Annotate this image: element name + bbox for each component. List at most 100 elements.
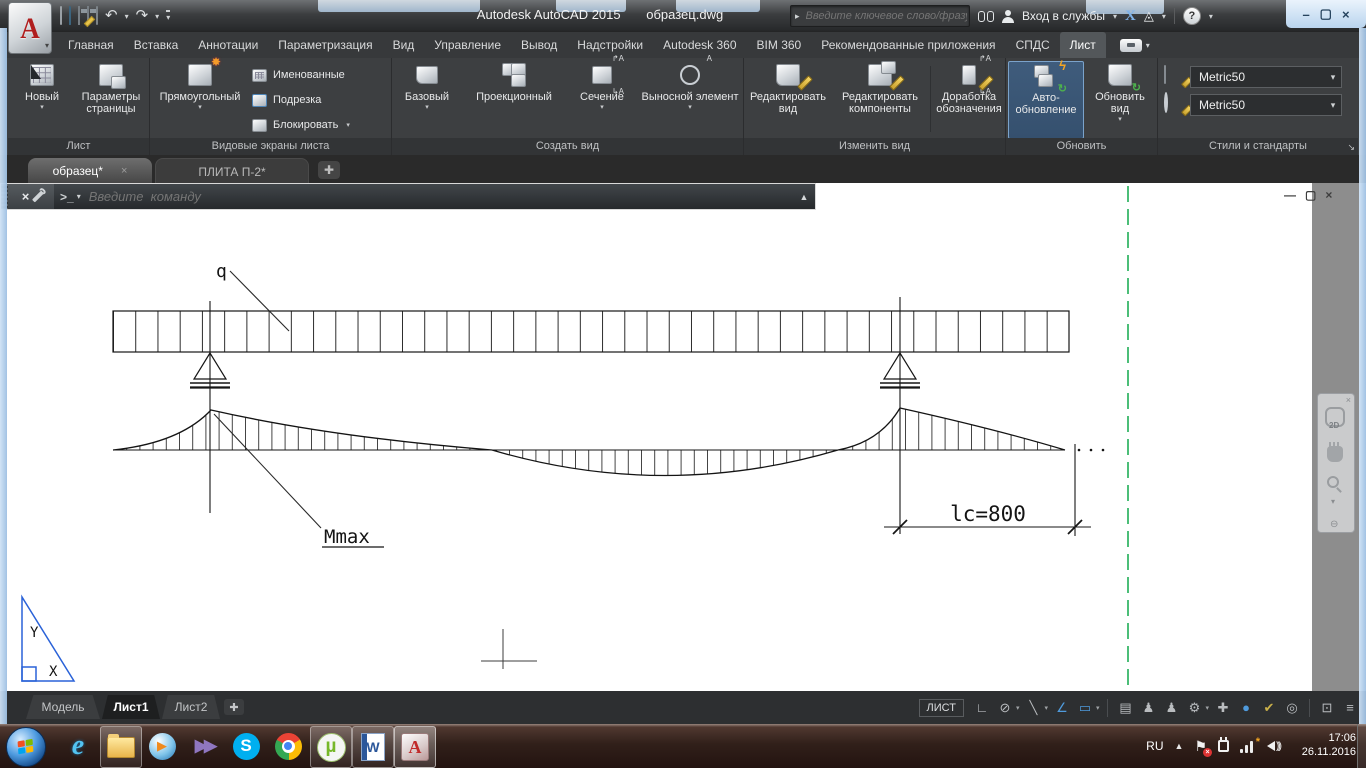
taskbar-kmplayer[interactable]: ▶▶ (184, 726, 224, 766)
file-tab-plita[interactable]: ПЛИТА П-2* (155, 158, 309, 184)
signin-label[interactable]: Вход в службы (1022, 9, 1105, 23)
edit-view-button[interactable]: Редактировать вид (744, 61, 832, 115)
workspace-gear-icon[interactable]: ⚙ (1184, 697, 1204, 719)
panel-title[interactable]: Создать вид (392, 138, 743, 155)
close-button[interactable]: × (1342, 7, 1350, 22)
paper-space-button[interactable]: ЛИСТ (919, 699, 964, 717)
navbar-close-icon[interactable]: × (1346, 395, 1351, 405)
search-input[interactable] (804, 9, 969, 23)
ribbon-tab-vyvod[interactable]: Вывод (511, 32, 567, 58)
new-layout-tab-button[interactable]: ✚ (224, 699, 244, 715)
help-icon[interactable]: ? (1183, 7, 1201, 25)
annotation-visibility-icon[interactable]: ▤ (1115, 697, 1135, 719)
chevron-down-icon[interactable]: ▾ (1096, 704, 1100, 712)
layout2-tab[interactable]: Лист2 (162, 695, 220, 719)
taskbar-skype[interactable]: S (226, 726, 266, 766)
search-go-icon[interactable]: ▸ (795, 11, 800, 22)
new-layout-button[interactable]: Новый ▾ (12, 61, 72, 111)
object-snap-icon[interactable]: ▭ (1075, 697, 1095, 719)
panel-title[interactable]: Видовые экраны листа (150, 138, 391, 155)
ribbon-tab-bim360[interactable]: BIM 360 (747, 32, 812, 58)
ribbon-tab-upravlenie[interactable]: Управление (424, 32, 511, 58)
annotation-monitor-icon[interactable]: ✚ (1213, 697, 1233, 719)
polar-tracking-icon[interactable]: ⊘ (995, 697, 1015, 719)
taskbar-autocad[interactable]: A (394, 726, 436, 768)
autodesk360-dropdown-icon[interactable]: ▾ (1162, 12, 1166, 21)
doc-restore-button[interactable]: ▢ (1305, 188, 1316, 202)
layout1-tab[interactable]: Лист1 (102, 695, 160, 719)
doc-minimize-button[interactable]: — (1284, 188, 1296, 202)
action-center-flag-icon[interactable]: ⚑× (1194, 738, 1207, 755)
maximize-button[interactable]: ▢ (1320, 6, 1332, 22)
style-combo-2[interactable]: Metric50 ▾ (1190, 94, 1342, 116)
new-drawing-tab-button[interactable]: ✚ (318, 161, 340, 179)
update-view-button[interactable]: ↻ Обновить вид ▾ (1088, 61, 1152, 123)
hidden-icons-chevron[interactable]: ▲ (1175, 741, 1184, 751)
drafting-settings-icon[interactable]: ∟ (972, 697, 992, 719)
infocenter-search[interactable]: ▸ (790, 5, 970, 27)
taskbar-explorer[interactable] (100, 726, 142, 768)
chevron-down-icon[interactable]: ▾ (1205, 704, 1209, 712)
plot-details-icon[interactable]: ✔ (1259, 697, 1279, 719)
page-setup-button[interactable]: Параметры страницы (74, 61, 148, 115)
doc-close-button[interactable]: × (1325, 188, 1332, 202)
model-tab[interactable]: Модель (26, 695, 100, 719)
clean-screen-icon[interactable]: ⊡ (1317, 697, 1337, 719)
ribbon-tab-spds[interactable]: СПДС (1006, 32, 1060, 58)
chevron-down-icon[interactable]: ▾ (1016, 704, 1020, 712)
ribbon-tab-glavnaya[interactable]: Главная (58, 32, 124, 58)
ribbon-tab-parametrizaciya[interactable]: Параметризация (268, 32, 382, 58)
ribbon-tab-autodesk360[interactable]: Autodesk 360 (653, 32, 746, 58)
panel-title[interactable]: Изменить вид (744, 138, 1005, 155)
save-icon[interactable] (78, 7, 80, 25)
customization-menu-icon[interactable]: ≡ (1340, 697, 1360, 719)
save-as-icon[interactable] (87, 7, 89, 25)
taskbar-utorrent[interactable]: µ (310, 726, 352, 768)
signin-dropdown-icon[interactable]: ▾ (1113, 12, 1117, 21)
undo-icon[interactable]: ↶ (105, 9, 118, 23)
qat-customize-icon[interactable]: ▾ (166, 10, 170, 22)
projected-view-button[interactable]: Проекционный (462, 61, 566, 103)
start-button[interactable] (6, 727, 46, 767)
open-file-icon[interactable] (69, 7, 71, 25)
network-icon[interactable]: * (1240, 740, 1256, 753)
clip-viewport-button[interactable]: Подрезка (252, 89, 321, 111)
ribbon-minimize-button[interactable]: ▾ (1120, 32, 1150, 58)
language-indicator[interactable]: RU (1146, 739, 1163, 753)
taskbar-word[interactable]: W (352, 726, 394, 768)
exchange-apps-icon[interactable]: X (1125, 8, 1136, 25)
autoscale-icon[interactable]: ♟ (1138, 697, 1158, 719)
taskbar-clock[interactable]: 17:06 26.11.2016 (1284, 731, 1356, 759)
lock-viewport-button[interactable]: Блокировать ▾ (252, 114, 350, 136)
ribbon-tab-list[interactable]: Лист (1060, 32, 1106, 58)
signin-person-icon[interactable] (1002, 10, 1014, 23)
redo-dropdown-icon[interactable]: ▾ (155, 12, 159, 21)
steering-wheel-icon[interactable]: 2D (1325, 407, 1345, 427)
panel-launcher-icon[interactable]: ↘ (1347, 142, 1355, 153)
minimize-button[interactable]: – (1302, 7, 1309, 22)
power-plug-icon[interactable] (1218, 740, 1229, 752)
undo-dropdown-icon[interactable]: ▾ (125, 12, 129, 21)
rectangular-viewport-button[interactable]: ✸ Прямоугольный ▾ (152, 61, 248, 111)
base-view-button[interactable]: Базовый ▾ (394, 61, 460, 111)
chevron-down-icon[interactable]: ▾ (1331, 497, 1335, 506)
drawing-area[interactable]: q Mmax (0, 183, 1366, 691)
auto-update-button[interactable]: ϟ ↻ Авто-обновление (1008, 61, 1084, 139)
panel-title[interactable]: Лист (8, 138, 149, 155)
redo-icon[interactable]: ↷ (136, 9, 149, 23)
autodesk360-icon[interactable]: ◬ (1144, 8, 1154, 24)
detail-view-button[interactable]: A Выносной элемент ▾ (638, 61, 742, 111)
panel-title[interactable]: Обновить (1006, 138, 1157, 155)
close-tab-icon[interactable]: × (121, 165, 127, 177)
ribbon-tab-vid[interactable]: Вид (383, 32, 425, 58)
isolate-objects-icon[interactable]: ◎ (1282, 697, 1302, 719)
style-combo-1[interactable]: Metric50 ▾ (1190, 66, 1342, 88)
plot-icon[interactable] (96, 7, 98, 25)
show-desktop-button[interactable] (1357, 724, 1366, 768)
osnap-tracking-icon[interactable]: ∠ (1052, 697, 1072, 719)
ribbon-tab-annotacii[interactable]: Аннотации (188, 32, 268, 58)
panel-title[interactable]: Стили и стандарты (1158, 138, 1358, 155)
taskbar-ie[interactable]: e (58, 726, 98, 766)
taskbar-media-player[interactable]: ▶ (142, 726, 182, 766)
search-binoculars-icon[interactable] (978, 11, 994, 22)
